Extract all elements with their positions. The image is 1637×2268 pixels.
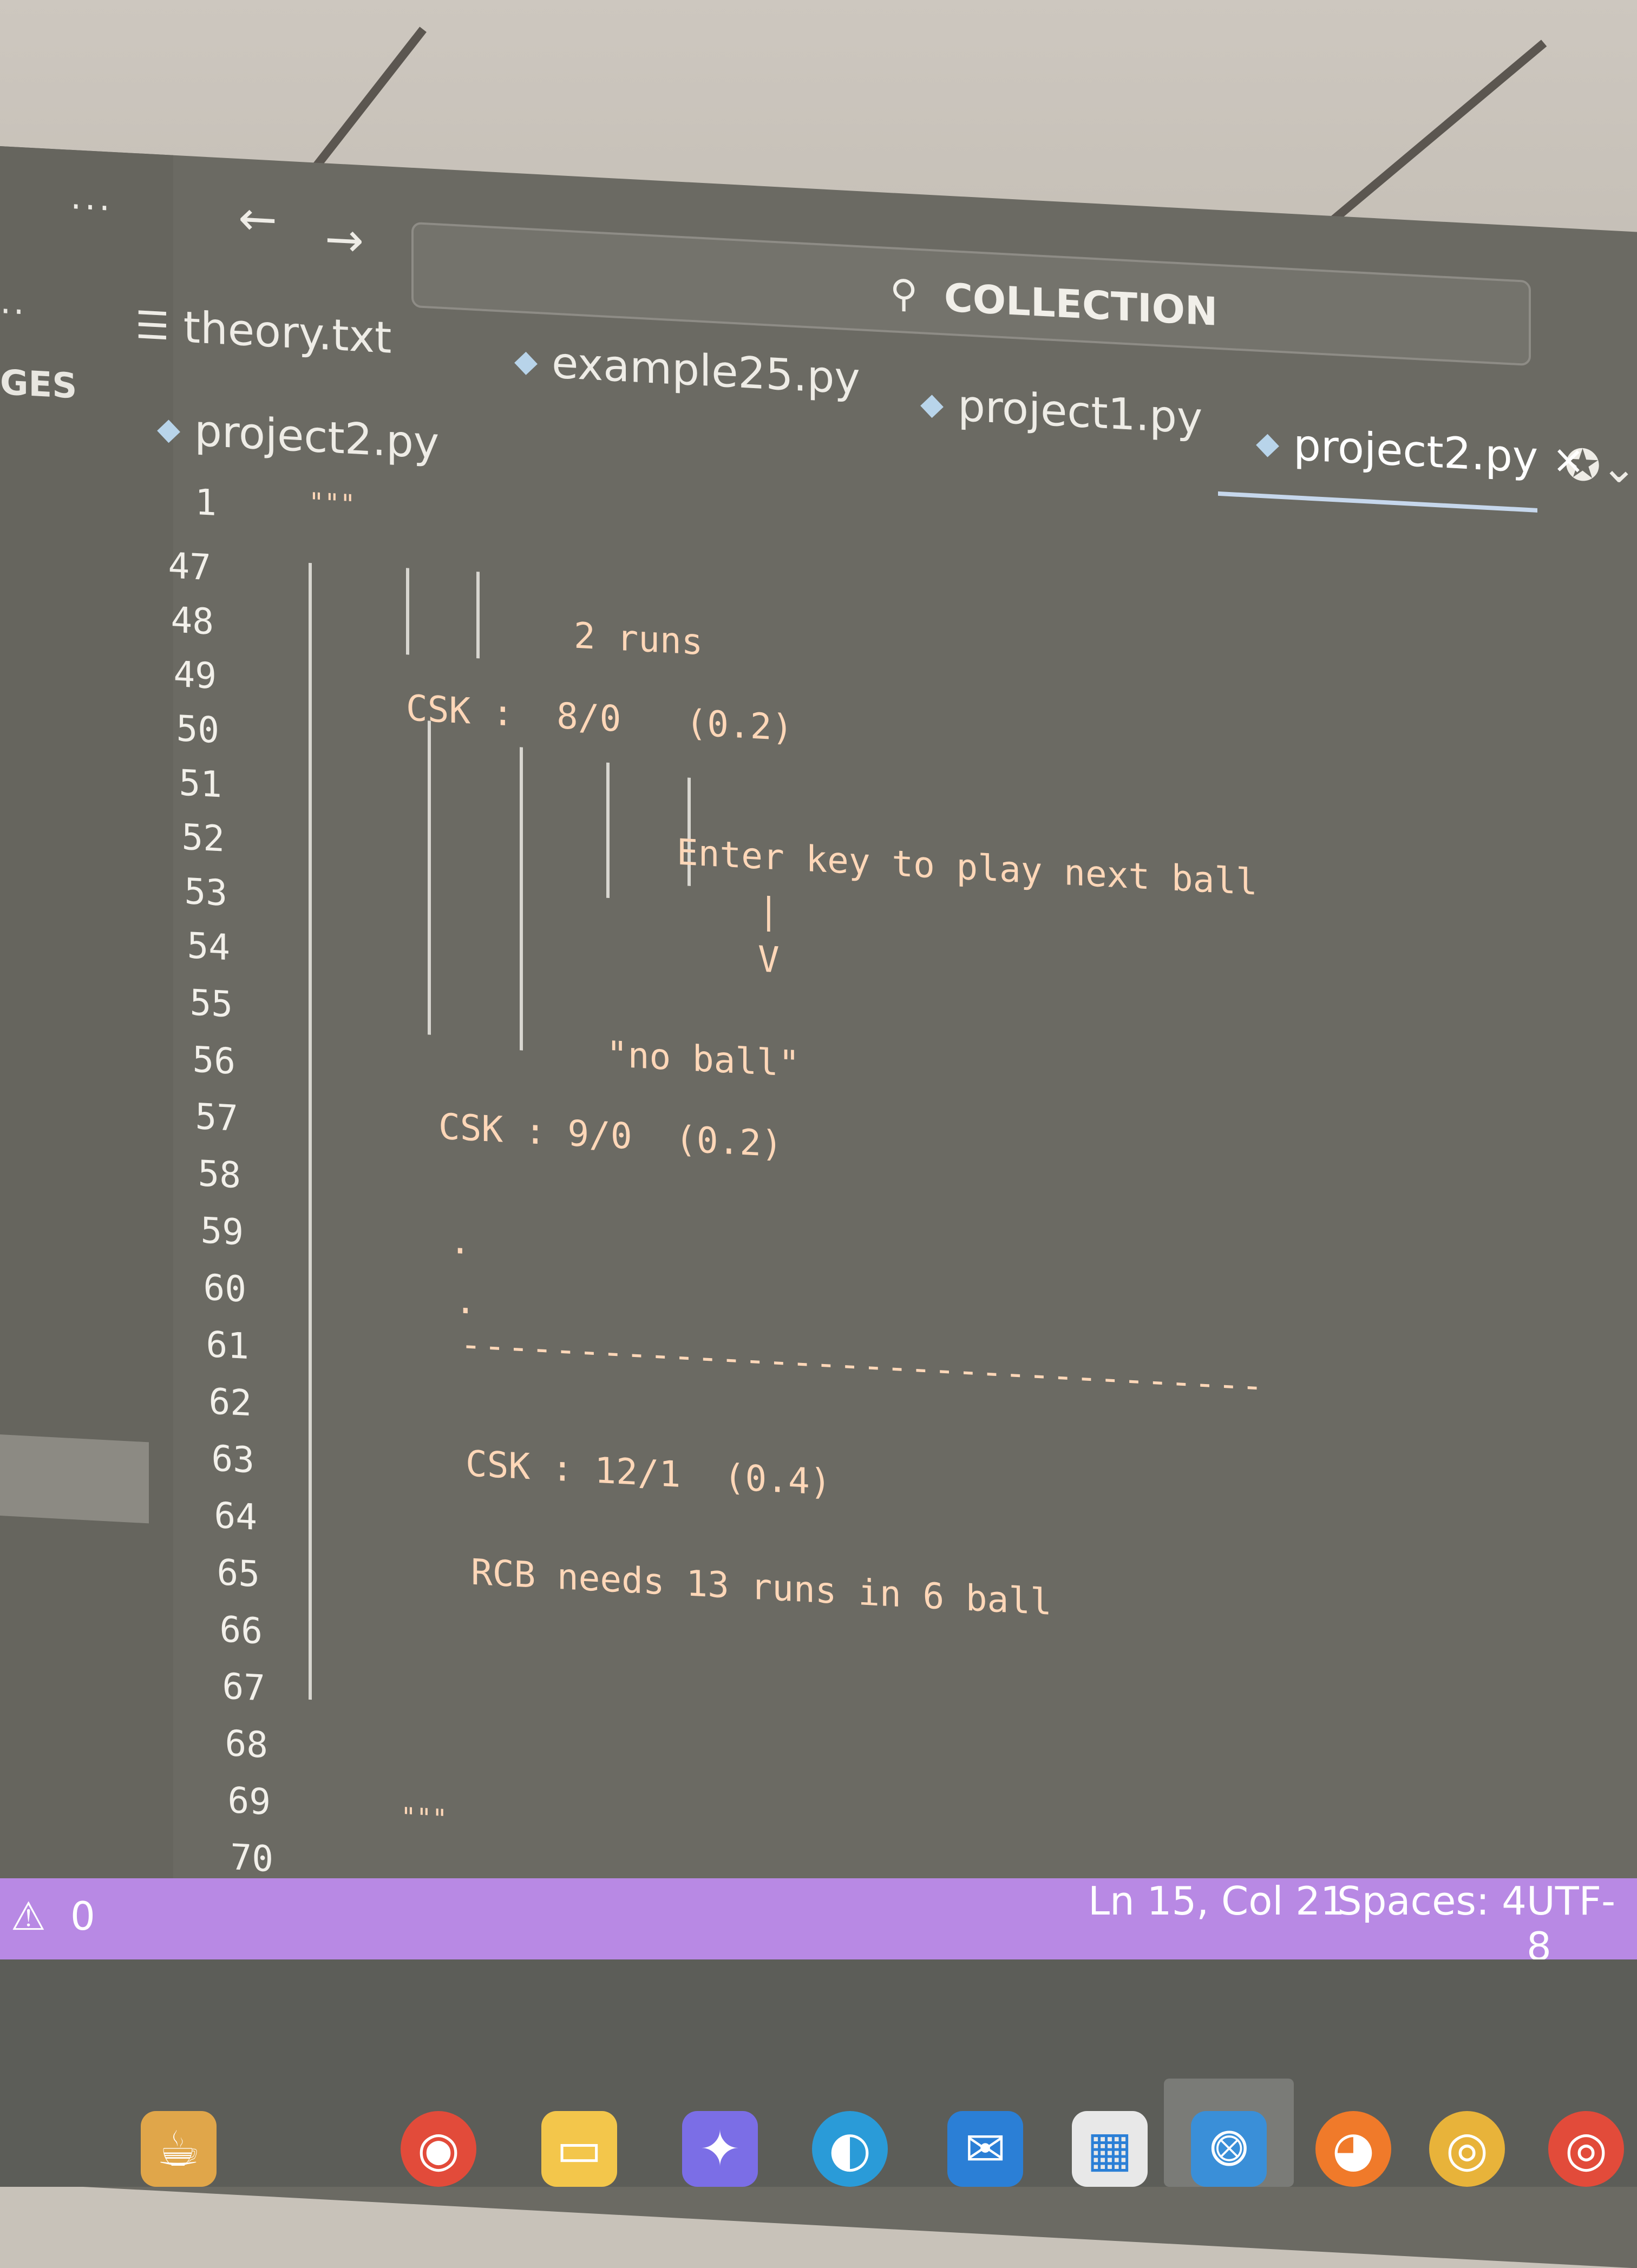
code-line: |	[758, 889, 780, 933]
mail-icon[interactable]: ✉	[947, 2111, 1023, 2187]
code-line: 2 runs	[574, 614, 703, 664]
vscode-icon[interactable]: ⨷	[1191, 2111, 1267, 2187]
line-number: 64	[214, 1494, 257, 1538]
code-line: ----------------------------------	[460, 1323, 1266, 1407]
back-arrow-icon[interactable]: ←	[238, 191, 277, 247]
tab-example25-py[interactable]: ◆ example25.py	[514, 336, 860, 404]
code-line: """	[401, 1801, 448, 1835]
line-number: 67	[222, 1665, 265, 1709]
line-number: 70	[230, 1836, 273, 1880]
code-line: .	[455, 1280, 476, 1323]
sticky-line-number: 1	[195, 481, 217, 524]
sidebar-section-label: GES	[0, 363, 77, 407]
line-number: 51	[179, 762, 222, 806]
encoding-setting[interactable]: UTF-8	[1527, 1878, 1637, 1969]
indent-guide	[520, 747, 523, 1051]
line-number: 62	[208, 1380, 252, 1425]
line-number: 63	[211, 1437, 254, 1482]
python-file-icon: ◆	[920, 386, 944, 423]
line-number: 59	[200, 1209, 244, 1254]
line-number: 68	[225, 1722, 268, 1766]
tab-project1-py[interactable]: ◆ project1.py	[920, 378, 1203, 444]
indent-guide	[406, 568, 409, 655]
indent-guide	[606, 762, 610, 899]
cursor-position[interactable]: Ln 15, Col 21	[1088, 1878, 1345, 1924]
status-bar: ⚠ 0 Ln 15, Col 21 Spaces: 4 UTF-8	[0, 1878, 1637, 1969]
code-line: RCB needs 13 runs in 6 ball	[471, 1551, 1052, 1623]
line-number: 50	[176, 707, 219, 752]
warning-icon[interactable]: ⚠	[11, 1893, 46, 1939]
line-number: 49	[173, 653, 217, 697]
line-number: 69	[227, 1779, 271, 1824]
indent-guide	[428, 720, 431, 1035]
python-file-icon: ◆	[514, 343, 538, 380]
line-number: 53	[184, 870, 227, 915]
python-file-icon: ◆	[157, 411, 181, 448]
close-icon[interactable]: ×	[1552, 436, 1584, 483]
tab-label: project1.py	[958, 380, 1203, 444]
sticky-line-code: """	[309, 487, 356, 520]
file-explorer-icon[interactable]: ▭	[541, 2111, 617, 2187]
warning-count[interactable]: 0	[70, 1893, 95, 1939]
line-number-gutter: 47 48 49 50 51 52 53 54 55 56 57 58 59 6…	[146, 545, 309, 1880]
chrome-icon-3[interactable]: ◎	[1548, 2111, 1624, 2187]
line-number: 55	[189, 981, 233, 1026]
copilot-icon[interactable]: ✦	[682, 2111, 758, 2187]
line-number: 56	[192, 1038, 235, 1083]
forward-arrow-icon[interactable]: →	[325, 212, 364, 268]
code-line: CSK : 8/0 (0.2)	[406, 687, 794, 749]
line-number: 61	[206, 1323, 249, 1368]
tab-project2-py[interactable]: ◆ project2.py ×	[1256, 418, 1585, 486]
code-line: V	[758, 938, 780, 981]
indent-guide	[476, 572, 480, 659]
chrome-icon-2[interactable]: ◎	[1429, 2111, 1505, 2187]
tab-theory-txt[interactable]: ☰ theory.txt	[135, 299, 391, 363]
indentation-setting[interactable]: Spaces: 4	[1337, 1878, 1527, 1924]
sidebar-more-icon[interactable]: ..	[0, 281, 27, 323]
code-line: .	[449, 1220, 471, 1263]
tab-label: theory.txt	[183, 301, 392, 363]
code-line: "no ball"	[606, 1033, 800, 1085]
line-number: 54	[187, 925, 230, 969]
text-file-icon: ☰	[135, 302, 169, 349]
code-line: CSK : 9/0 (0.2)	[438, 1105, 783, 1165]
menu-more-icon[interactable]: ...	[70, 177, 113, 219]
line-number: 58	[198, 1152, 241, 1197]
chrome-icon[interactable]: ◉	[401, 2111, 476, 2187]
line-number: 47	[168, 545, 211, 589]
ceiling-beam	[299, 27, 427, 186]
search-icon: ⚲	[890, 271, 918, 317]
line-number: 57	[195, 1095, 238, 1140]
edge-icon[interactable]: ◐	[812, 2111, 888, 2187]
python-file-icon: ◆	[1256, 425, 1280, 462]
tab-label: example25.py	[552, 337, 860, 404]
tab-label: project2.py	[1293, 419, 1538, 483]
line-number: 60	[203, 1266, 246, 1310]
widgets-icon[interactable]: ☕	[141, 2111, 217, 2187]
store-icon[interactable]: ▦	[1072, 2111, 1148, 2187]
line-number: 48	[171, 599, 214, 643]
line-number: 65	[217, 1551, 260, 1596]
line-number: 52	[181, 816, 225, 860]
line-number: 66	[219, 1608, 263, 1653]
firefox-icon[interactable]: ◕	[1315, 2111, 1391, 2187]
indent-guide	[309, 562, 312, 1700]
code-line: CSK : 12/1 (0.4)	[466, 1443, 831, 1504]
